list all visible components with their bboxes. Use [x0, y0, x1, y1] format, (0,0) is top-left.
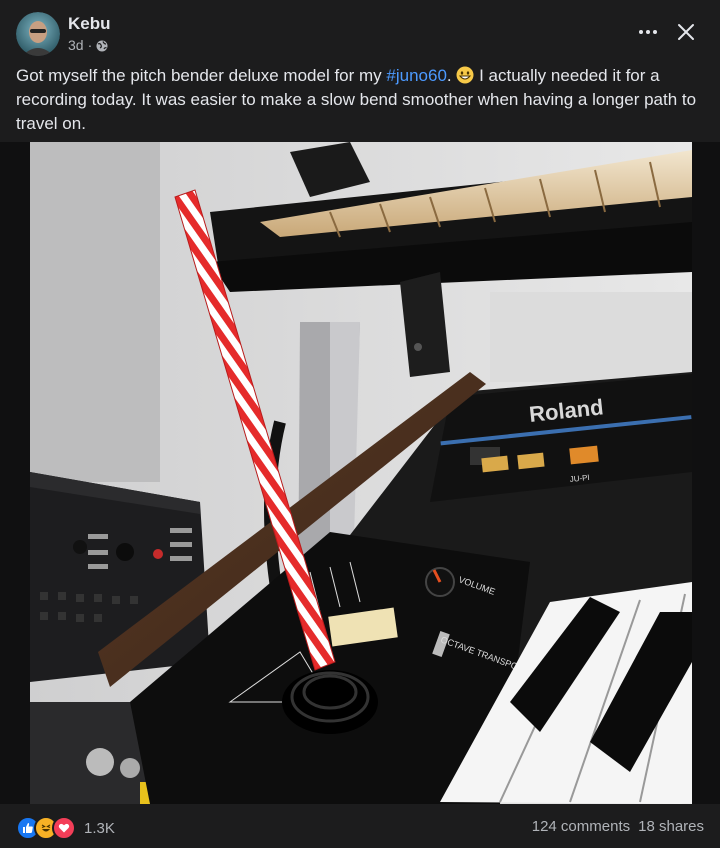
close-icon: [678, 24, 694, 40]
post-footer: 1.3K 124 comments 18 shares: [16, 808, 704, 848]
post-time[interactable]: 3d: [68, 37, 84, 53]
close-button[interactable]: [672, 18, 700, 46]
post-header: Kebu 3d ·: [16, 12, 704, 58]
post-text: Got myself the pitch bender deluxe model…: [16, 64, 704, 136]
post-photo-container[interactable]: Roland VOLUME OCTAVE TRANSPOSE JU-PI: [0, 142, 720, 804]
synthesizer-photo[interactable]: Roland VOLUME OCTAVE TRANSPOSE JU-PI: [30, 142, 692, 804]
love-icon: [52, 816, 76, 840]
post-meta: 3d ·: [68, 37, 108, 53]
author-name[interactable]: Kebu: [68, 14, 111, 34]
post-card: Kebu 3d · Got myself the pitch bender de…: [0, 0, 720, 848]
reaction-count[interactable]: 1.3K: [84, 820, 115, 837]
more-options-button[interactable]: [634, 18, 662, 46]
meta-separator: ·: [87, 37, 93, 53]
post-text-start: Got myself the pitch bender deluxe model…: [16, 66, 387, 85]
hashtag-link[interactable]: #juno60: [386, 66, 447, 85]
comments-count[interactable]: 124 comments: [532, 818, 630, 835]
shares-count[interactable]: 18 shares: [638, 818, 704, 835]
globe-icon: [96, 39, 108, 52]
more-dots-icon: [639, 30, 657, 34]
post-stats: 124 comments 18 shares: [532, 818, 704, 835]
reactions-summary[interactable]: 1.3K: [16, 816, 115, 840]
grinning-face-emoji: [456, 66, 474, 84]
avatar[interactable]: [16, 12, 60, 56]
post-text-punct: .: [446, 66, 457, 85]
